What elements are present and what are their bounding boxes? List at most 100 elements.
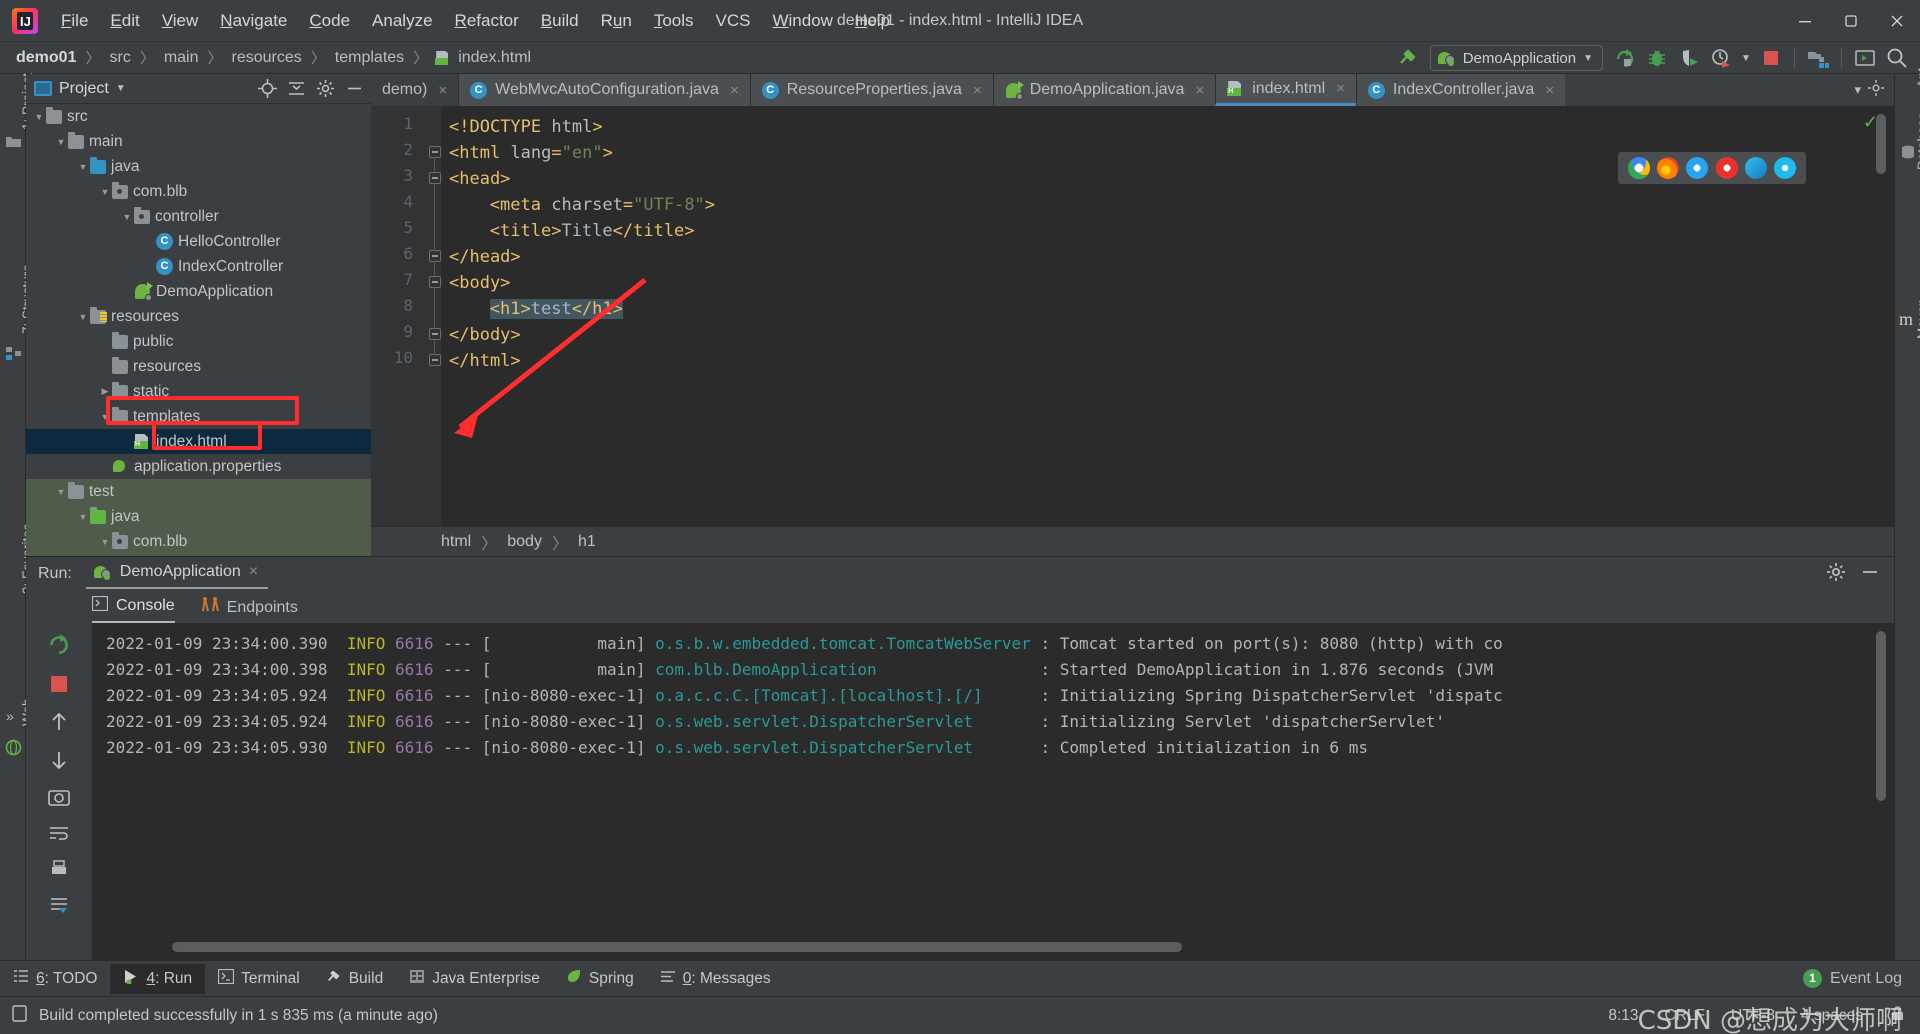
tree-node-main[interactable]: ▼ main: [26, 129, 371, 154]
menu-vcs[interactable]: VCS: [705, 8, 762, 34]
window-controls[interactable]: [1782, 0, 1920, 42]
bottom-tab-terminal[interactable]: Terminal: [205, 964, 313, 994]
tree-node-controller[interactable]: ▼ controller: [26, 204, 371, 229]
chevron-down-icon[interactable]: ▼: [98, 537, 112, 547]
tree-node-application-properties[interactable]: application.properties: [26, 454, 371, 479]
code-line-4[interactable]: <meta charset="UTF-8">: [449, 192, 715, 218]
code-fold-toggle[interactable]: [429, 354, 441, 366]
search-everywhere-icon[interactable]: [1882, 44, 1912, 72]
editor-tab-indexcontroller-java[interactable]: C IndexController.java ×: [1355, 74, 1566, 106]
editor-gutter[interactable]: 1 2 3 4 5 6 7 8 9 10: [371, 106, 441, 526]
breadcrumb-item-resources[interactable]: resources: [230, 49, 304, 67]
run-subtab-console[interactable]: Console: [91, 595, 175, 623]
menu-file[interactable]: File: [50, 8, 99, 34]
run-subtab-bar[interactable]: Console Endpoints: [26, 591, 1894, 623]
chevron-down-icon[interactable]: ▼: [54, 137, 68, 147]
run-side-toolbar[interactable]: [26, 623, 92, 960]
code-line-8[interactable]: <h1>test</h1>: [449, 296, 623, 322]
editor-breadcrumb-h1[interactable]: h1: [578, 533, 596, 551]
scroll-to-end-icon[interactable]: [48, 895, 70, 922]
editor-breadcrumb[interactable]: html 〉 body 〉 h1: [371, 526, 1894, 556]
run-with-coverage-icon[interactable]: [1674, 44, 1704, 72]
editor-tab-index-html[interactable]: Hindex.html ×: [1215, 74, 1356, 106]
tree-node-hellocontroller[interactable]: C HelloController: [26, 229, 371, 254]
chevron-down-icon[interactable]: ▼: [32, 112, 46, 122]
more-tools-icon[interactable]: »: [6, 708, 22, 724]
run-subtab-endpoints[interactable]: Endpoints: [201, 597, 298, 623]
scroll-up-icon[interactable]: [49, 711, 69, 738]
project-structure-icon[interactable]: [1803, 44, 1833, 72]
bottom-tab-spring[interactable]: Spring: [553, 964, 647, 994]
chevron-down-icon[interactable]: ▼: [76, 312, 90, 322]
close-icon[interactable]: ×: [249, 563, 258, 581]
code-fold-toggle[interactable]: [429, 146, 441, 158]
tree-node-indexcontroller[interactable]: C IndexController: [26, 254, 371, 279]
inspection-ok-icon[interactable]: ✓: [1863, 112, 1878, 133]
stripe-project-icon[interactable]: [5, 134, 22, 151]
profiler-dropdown-icon[interactable]: ▼: [1738, 44, 1754, 72]
firefox-icon[interactable]: [1656, 157, 1679, 179]
tree-node-src[interactable]: ▼ src: [26, 104, 371, 129]
locate-icon[interactable]: [254, 79, 280, 98]
tabs-overflow-icon[interactable]: ▾: [1854, 82, 1861, 98]
close-icon[interactable]: [1874, 0, 1920, 42]
editor-breadcrumb-body[interactable]: body: [507, 533, 542, 551]
code-line-1[interactable]: <!DOCTYPE html>: [449, 114, 603, 140]
breadcrumb-item-index-html[interactable]: index.html: [456, 49, 533, 67]
tree-node-resources[interactable]: ▼ resources: [26, 304, 371, 329]
run-config-tab[interactable]: DemoApplication ×: [85, 559, 269, 589]
tree-node-index-html[interactable]: Hindex.html: [26, 429, 371, 454]
close-icon[interactable]: ×: [1195, 82, 1204, 99]
tree-node-java[interactable]: ▼ java: [26, 504, 371, 529]
console-output[interactable]: 2022-01-09 23:34:00.390 INFO 6616 --- [ …: [92, 623, 1894, 960]
sidebar-item-ant[interactable]: Ant: [1915, 68, 1920, 88]
bottom-tab-java-enterprise[interactable]: Java Enterprise: [396, 964, 553, 994]
safari-icon[interactable]: [1686, 157, 1709, 179]
right-tool-stripe[interactable]: Ant Database m Maven: [1894, 68, 1920, 960]
opera-icon[interactable]: [1715, 157, 1738, 179]
menu-run[interactable]: Run: [590, 8, 643, 34]
close-icon[interactable]: ×: [730, 82, 739, 99]
file-encoding[interactable]: UTF-8: [1731, 1007, 1775, 1025]
browser-preview-strip[interactable]: [1618, 152, 1806, 184]
menu-bar[interactable]: File Edit View Navigate Code Analyze Refactor B…: [50, 8, 901, 34]
caret-position[interactable]: 8:13: [1608, 1007, 1638, 1025]
line-separator[interactable]: CRLF: [1665, 1007, 1705, 1025]
tree-node-test[interactable]: ▼ test: [26, 479, 371, 504]
tree-node-demoapplication[interactable]: DemoApplication: [26, 279, 371, 304]
bottom-tab-0--messages[interactable]: 0: Messages: [647, 964, 784, 994]
close-icon[interactable]: ×: [1545, 82, 1554, 99]
lock-icon[interactable]: [1889, 1005, 1906, 1027]
bottom-tab-4--run[interactable]: 4: Run: [110, 963, 206, 994]
hide-icon[interactable]: [341, 79, 367, 98]
editor-tab-bar[interactable]: demo) × C WebMvcAutoConfiguration.java × C Res…: [371, 74, 1894, 106]
chrome-icon[interactable]: [1627, 157, 1650, 179]
event-log-area[interactable]: 1 Event Log: [1802, 969, 1920, 988]
chevron-down-icon[interactable]: ▼: [98, 412, 112, 422]
tree-node-com-blb[interactable]: ▼ com.blb: [26, 179, 371, 204]
soft-wrap-icon[interactable]: [48, 823, 70, 848]
breadcrumb[interactable]: demo01 〉 src 〉 main 〉 resources 〉 templates 〉 inde…: [14, 47, 533, 68]
collapse-all-icon[interactable]: [283, 79, 309, 98]
rerun-icon[interactable]: [1610, 44, 1640, 72]
stop-icon[interactable]: [1756, 44, 1786, 72]
breadcrumb-item-src[interactable]: src: [107, 49, 132, 67]
editor-breadcrumb-html[interactable]: html: [441, 533, 471, 551]
console-horizontal-scrollbar[interactable]: [172, 942, 1182, 952]
menu-refactor[interactable]: Refactor: [444, 8, 530, 34]
breadcrumb-item-demo01[interactable]: demo01: [14, 49, 78, 67]
tree-node-com-blb[interactable]: ▼ com.blb: [26, 529, 371, 554]
editor-tab-resourceproperties-java[interactable]: C ResourceProperties.java ×: [749, 74, 993, 106]
tree-node-public[interactable]: public: [26, 329, 371, 354]
menu-help[interactable]: Help: [844, 8, 901, 34]
scroll-controls[interactable]: [49, 711, 69, 738]
chevron-down-icon[interactable]: ▼: [1583, 53, 1593, 64]
run-configuration-selector[interactable]: DemoApplication ▼: [1429, 45, 1603, 71]
chevron-down-icon[interactable]: ▼: [120, 212, 134, 222]
code-line-7[interactable]: <body>: [449, 270, 510, 296]
code-line-2[interactable]: <html lang="en">: [449, 140, 613, 166]
camera-icon[interactable]: [48, 787, 70, 812]
print-icon[interactable]: [48, 859, 70, 884]
code-editor[interactable]: 1 2 3 4 5 6 7 8 9 10 <!DOCTYPE html> <html lang="e…: [371, 106, 1894, 526]
event-log-label[interactable]: Event Log: [1830, 970, 1902, 988]
